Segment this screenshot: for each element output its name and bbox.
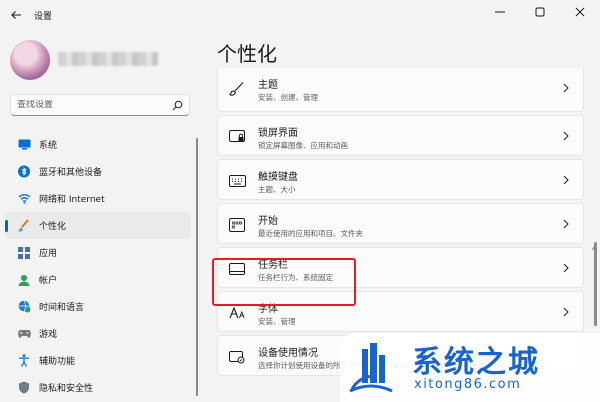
device-usage-icon (228, 348, 246, 366)
sidebar-item-accessibility[interactable]: 辅助功能 (5, 347, 191, 374)
chevron-right-icon (561, 82, 571, 94)
sidebar-item-label: 网络和 Internet (39, 195, 105, 205)
card-title: 主题 (258, 80, 278, 91)
start-icon (228, 216, 246, 234)
sidebar: 系统 蓝牙和其他设备 网络和 Internet 个性化 应用 帐户 时间和语言 (0, 30, 200, 402)
card-start[interactable]: 开始 最近使用的应用和项目、文件夹 (217, 203, 584, 244)
user-profile[interactable] (10, 40, 200, 84)
minimize-icon (495, 11, 505, 13)
site-watermark: 系统之城 xitong86.com (340, 333, 600, 402)
scrollbar-thumb[interactable] (594, 242, 597, 326)
card-title: 触摸键盘 (258, 172, 298, 183)
card-title: 开始 (258, 216, 278, 227)
card-description: 锁定屏幕图像、应用和动画 (258, 141, 348, 150)
main-scrollbar[interactable] (594, 68, 597, 368)
wifi-icon (17, 192, 31, 206)
sidebar-item-apps[interactable]: 应用 (5, 239, 191, 266)
chevron-right-icon (561, 262, 571, 274)
keyboard-icon (228, 172, 246, 190)
minimize-button[interactable] (480, 0, 520, 24)
maximize-button[interactable] (520, 0, 560, 24)
search-icon[interactable] (168, 96, 186, 114)
sidebar-item-label: 辅助功能 (39, 357, 76, 367)
sidebar-item-accounts[interactable]: 帐户 (5, 266, 191, 293)
globe-clock-icon (17, 300, 31, 314)
sidebar-nav: 系统 蓝牙和其他设备 网络和 Internet 个性化 应用 帐户 时间和语言 (5, 131, 191, 401)
chevron-right-icon (561, 218, 571, 230)
chevron-right-icon (561, 174, 571, 186)
close-icon (575, 7, 585, 17)
close-button[interactable] (560, 0, 600, 24)
sidebar-item-label: 时间和语言 (39, 303, 85, 313)
card-lock-screen[interactable]: 锁屏界面 锁定屏幕图像、应用和动画 (217, 115, 584, 156)
taskbar-highlight-annotation (212, 258, 356, 306)
card-themes[interactable]: 主题 安装、创建、管理 (217, 68, 584, 112)
sidebar-item-label: 系统 (39, 141, 58, 151)
card-description: 主题、大小 (258, 185, 296, 194)
avatar[interactable] (10, 40, 50, 80)
shield-icon (17, 381, 31, 395)
card-title: 设备使用情况 (258, 348, 318, 359)
brush-icon (228, 80, 246, 98)
lock-screen-icon (228, 128, 246, 146)
card-description: 最近使用的应用和项目、文件夹 (258, 229, 363, 238)
gamepad-icon (17, 327, 31, 341)
title-bar: 设置 (0, 0, 600, 30)
card-touch-keyboard[interactable]: 触摸键盘 主题、大小 (217, 159, 584, 200)
sidebar-item-gaming[interactable]: 游戏 (5, 320, 191, 347)
accessibility-icon (17, 354, 31, 368)
sidebar-item-bluetooth[interactable]: 蓝牙和其他设备 (5, 158, 191, 185)
card-description: 安装、管理 (258, 317, 296, 326)
watermark-url: xitong86.com (414, 377, 522, 392)
sidebar-scrollbar[interactable] (196, 138, 198, 396)
search-input[interactable] (17, 100, 168, 110)
watermark-title: 系统之城 (412, 345, 540, 380)
card-description: 安装、创建、管理 (258, 93, 318, 102)
brush-icon (17, 219, 31, 233)
apps-icon (17, 246, 31, 260)
chevron-right-icon (561, 306, 571, 318)
sidebar-item-label: 个性化 (39, 222, 67, 232)
sidebar-item-label: 帐户 (39, 276, 58, 286)
city-logo-icon (349, 343, 393, 393)
back-button[interactable] (6, 5, 26, 25)
card-title: 锁屏界面 (258, 128, 298, 139)
window-controls (480, 0, 600, 30)
sidebar-item-label: 应用 (39, 249, 58, 259)
monitor-icon (17, 138, 31, 152)
sidebar-item-privacy[interactable]: 隐私和安全性 (5, 374, 191, 401)
user-name-redacted (58, 52, 158, 66)
sidebar-item-personalization[interactable]: 个性化 (5, 212, 191, 239)
search-box[interactable] (10, 94, 190, 116)
chevron-right-icon (561, 130, 571, 142)
maximize-icon (535, 7, 545, 17)
bluetooth-icon (17, 165, 31, 179)
font-icon (228, 304, 246, 322)
sidebar-item-network[interactable]: 网络和 Internet (5, 185, 191, 212)
sidebar-item-label: 游戏 (39, 330, 58, 340)
back-arrow-icon (11, 11, 21, 19)
sidebar-item-time-language[interactable]: 时间和语言 (5, 293, 191, 320)
page-title: 个性化 (217, 42, 277, 66)
account-icon (17, 273, 31, 287)
sidebar-item-label: 蓝牙和其他设备 (39, 168, 103, 178)
sidebar-item-system[interactable]: 系统 (5, 131, 191, 158)
app-title: 设置 (34, 12, 53, 22)
sidebar-item-label: 隐私和安全性 (39, 384, 94, 394)
